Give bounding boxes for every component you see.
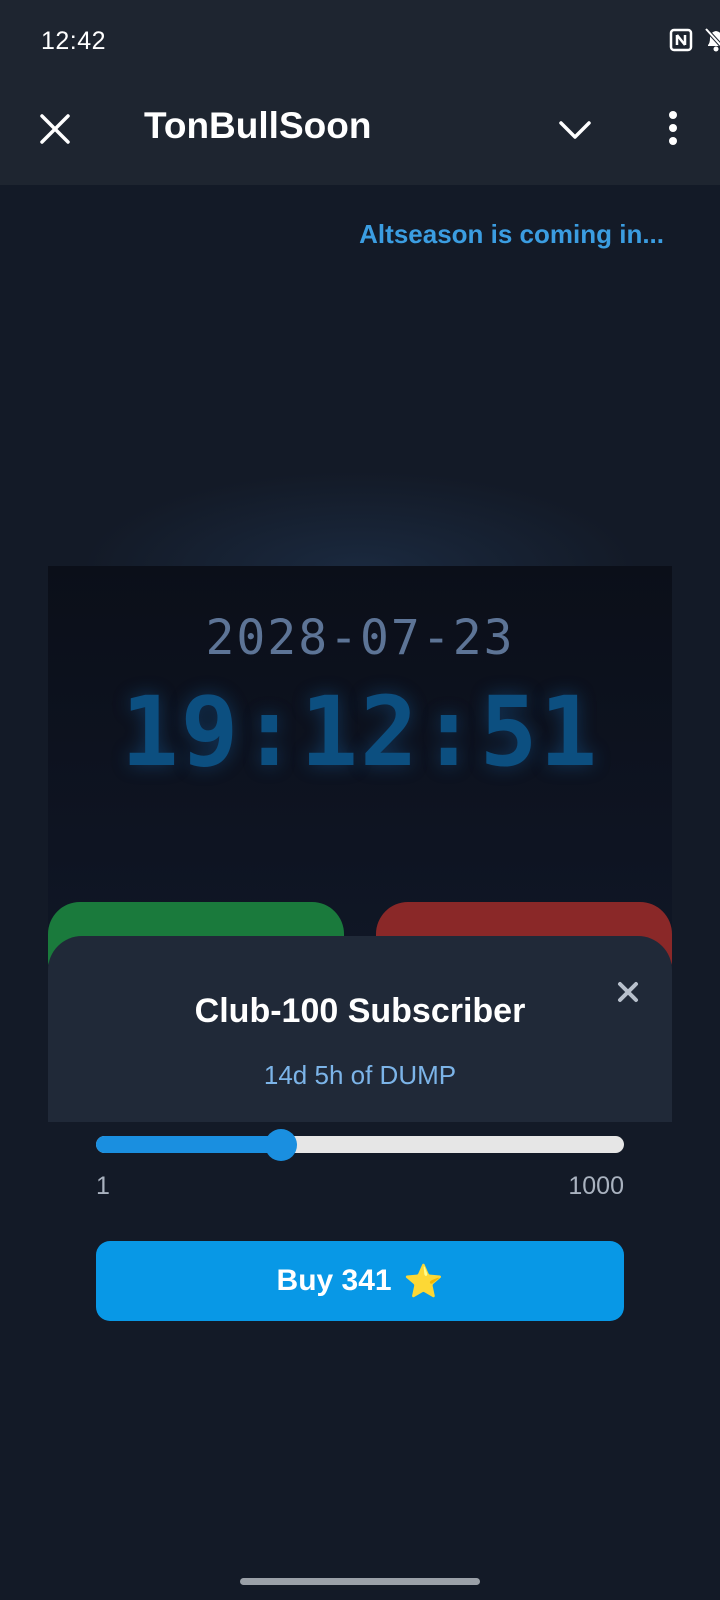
screen: 12:42 TonBullSoon Altseason is coming in…	[0, 0, 720, 1600]
star-icon: ⭐	[403, 1263, 444, 1299]
more-vertical-icon[interactable]	[648, 104, 698, 154]
slider-thumb[interactable]	[264, 1129, 297, 1161]
amount-slider[interactable]	[96, 1128, 624, 1162]
app-title: TonBullSoon	[144, 105, 372, 146]
home-indicator[interactable]	[240, 1578, 480, 1585]
bell-off-icon	[704, 27, 720, 52]
slider-max-label: 1000	[568, 1172, 624, 1200]
tagline: Altseason is coming in...	[359, 219, 664, 249]
close-icon[interactable]	[30, 104, 80, 154]
slider-fill	[96, 1136, 281, 1153]
popup-subtitle: 14d 5h of DUMP	[263, 1060, 457, 1090]
status-time: 12:42	[41, 27, 107, 55]
nfc-icon	[669, 28, 693, 52]
chevron-down-icon[interactable]	[550, 105, 600, 155]
buy-button[interactable]: Buy 341 ⭐	[96, 1241, 624, 1321]
slider-min-label: 1	[96, 1172, 110, 1200]
buy-button-label: Buy 341	[276, 1264, 392, 1297]
status-bar: 12:42	[0, 0, 720, 82]
app-bar: TonBullSoon	[0, 82, 720, 185]
countdown-time: 19:12:51	[120, 676, 600, 788]
subscription-popup: Club-100 Subscriber 14d 5h of DUMP	[48, 936, 672, 1122]
countdown-date: 2028-07-23	[205, 610, 515, 666]
popup-title: Club-100 Subscriber	[194, 992, 526, 1030]
